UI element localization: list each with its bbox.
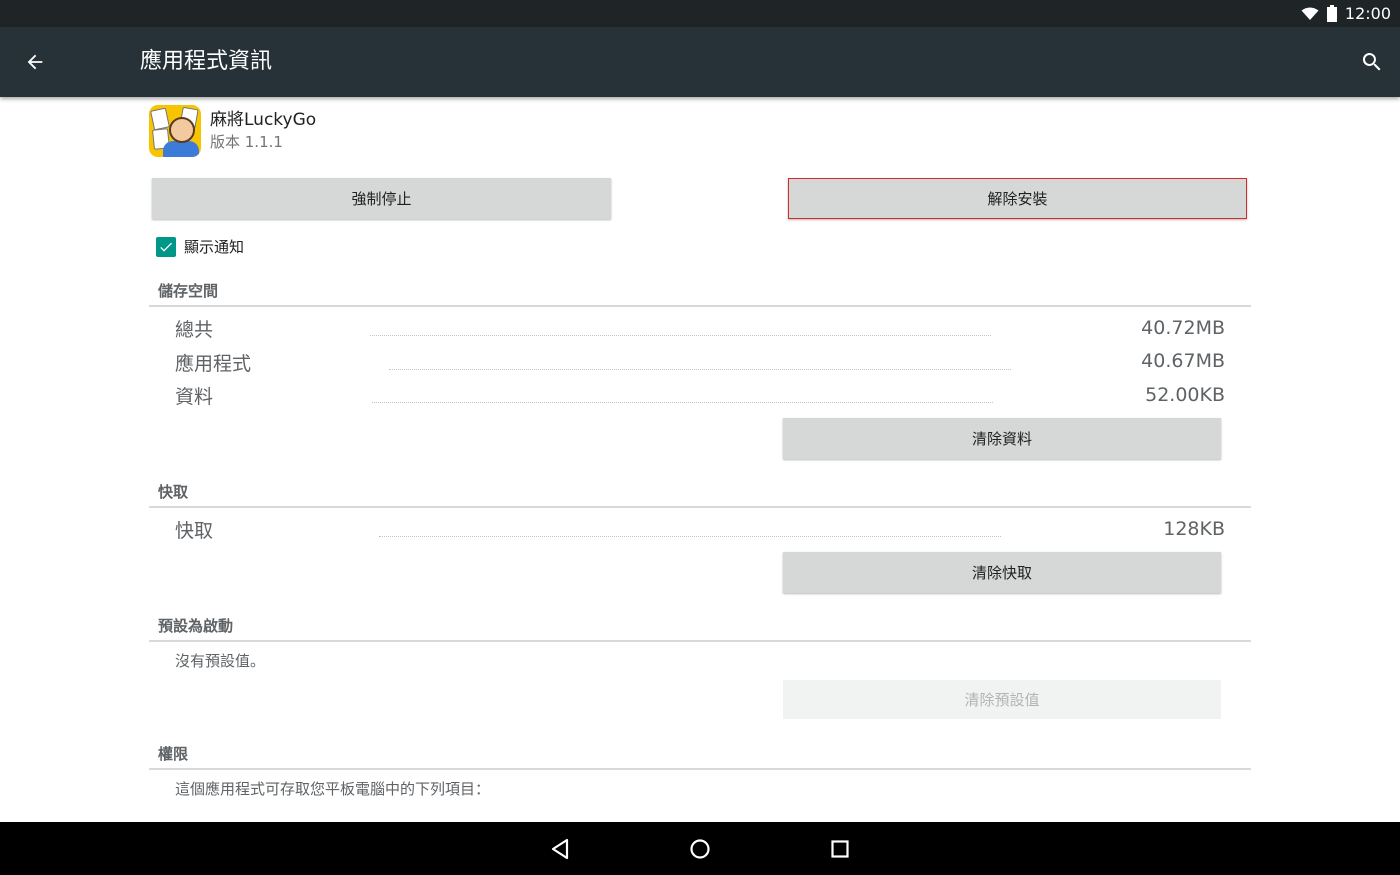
navigation-bar: [0, 822, 1400, 875]
search-icon[interactable]: [1356, 46, 1388, 78]
storage-data-dots: [372, 402, 993, 403]
storage-data-label: 資料: [175, 386, 214, 408]
clear-defaults-button[interactable]: 清除預設值: [783, 680, 1221, 719]
status-bar: 12:00: [0, 0, 1400, 27]
arrow-back-icon[interactable]: [19, 46, 51, 78]
nav-home-icon[interactable]: [682, 832, 718, 865]
no-defaults-text: 沒有預設值。: [175, 652, 266, 670]
uninstall-button[interactable]: 解除安裝: [788, 178, 1247, 219]
page-title: 應用程式資訊: [140, 49, 273, 74]
storage-app-label: 應用程式: [175, 353, 252, 375]
app-bar: 應用程式資訊: [0, 27, 1400, 97]
storage-total-value: 40.72MB: [1141, 317, 1225, 339]
launch-default-section-title: 預設為啟動: [158, 617, 234, 635]
check-icon: [160, 242, 172, 252]
storage-divider: [149, 305, 1251, 307]
wifi-icon: [1301, 7, 1319, 21]
cache-section-title: 快取: [158, 483, 189, 501]
battery-icon: [1326, 5, 1337, 22]
permissions-section-title: 權限: [158, 745, 189, 763]
nav-back-icon[interactable]: [542, 832, 578, 865]
nav-recents-icon[interactable]: [822, 832, 858, 865]
status-icons: 12:00: [1301, 0, 1391, 27]
storage-app-dots: [389, 369, 1011, 370]
storage-section-title: 儲存空間: [158, 282, 219, 300]
storage-total-dots: [370, 335, 991, 336]
app-version: 版本 1.1.1: [210, 133, 283, 151]
cache-divider: [149, 506, 1251, 508]
launch-default-divider: [149, 640, 1251, 642]
cache-label: 快取: [175, 520, 214, 542]
clear-cache-button[interactable]: 清除快取: [783, 552, 1221, 593]
permissions-text: 這個應用程式可存取您平板電腦中的下列項目：: [175, 780, 491, 798]
storage-data-value: 52.00KB: [1145, 384, 1225, 406]
app-info-content: 麻將LuckyGo 版本 1.1.1 強制停止 解除安裝 顯示通知 儲存空間 總…: [0, 97, 1400, 822]
app-name: 麻將LuckyGo: [210, 110, 317, 130]
status-time: 12:00: [1344, 4, 1391, 23]
permissions-divider: [149, 768, 1251, 770]
cache-value: 128KB: [1163, 518, 1225, 540]
show-notifications-label: 顯示通知: [184, 238, 245, 256]
clear-data-button[interactable]: 清除資料: [783, 418, 1221, 459]
storage-total-label: 總共: [175, 319, 214, 341]
force-stop-button[interactable]: 強制停止: [152, 178, 611, 219]
show-notifications-checkbox[interactable]: [156, 236, 176, 257]
app-header: 麻將LuckyGo 版本 1.1.1: [149, 105, 316, 157]
show-notifications-row[interactable]: 顯示通知: [156, 236, 244, 257]
mahjong-app-icon: [149, 105, 201, 157]
storage-app-value: 40.67MB: [1141, 350, 1225, 372]
app-name-block: 麻將LuckyGo 版本 1.1.1: [210, 109, 316, 153]
cache-dots: [379, 536, 1001, 537]
